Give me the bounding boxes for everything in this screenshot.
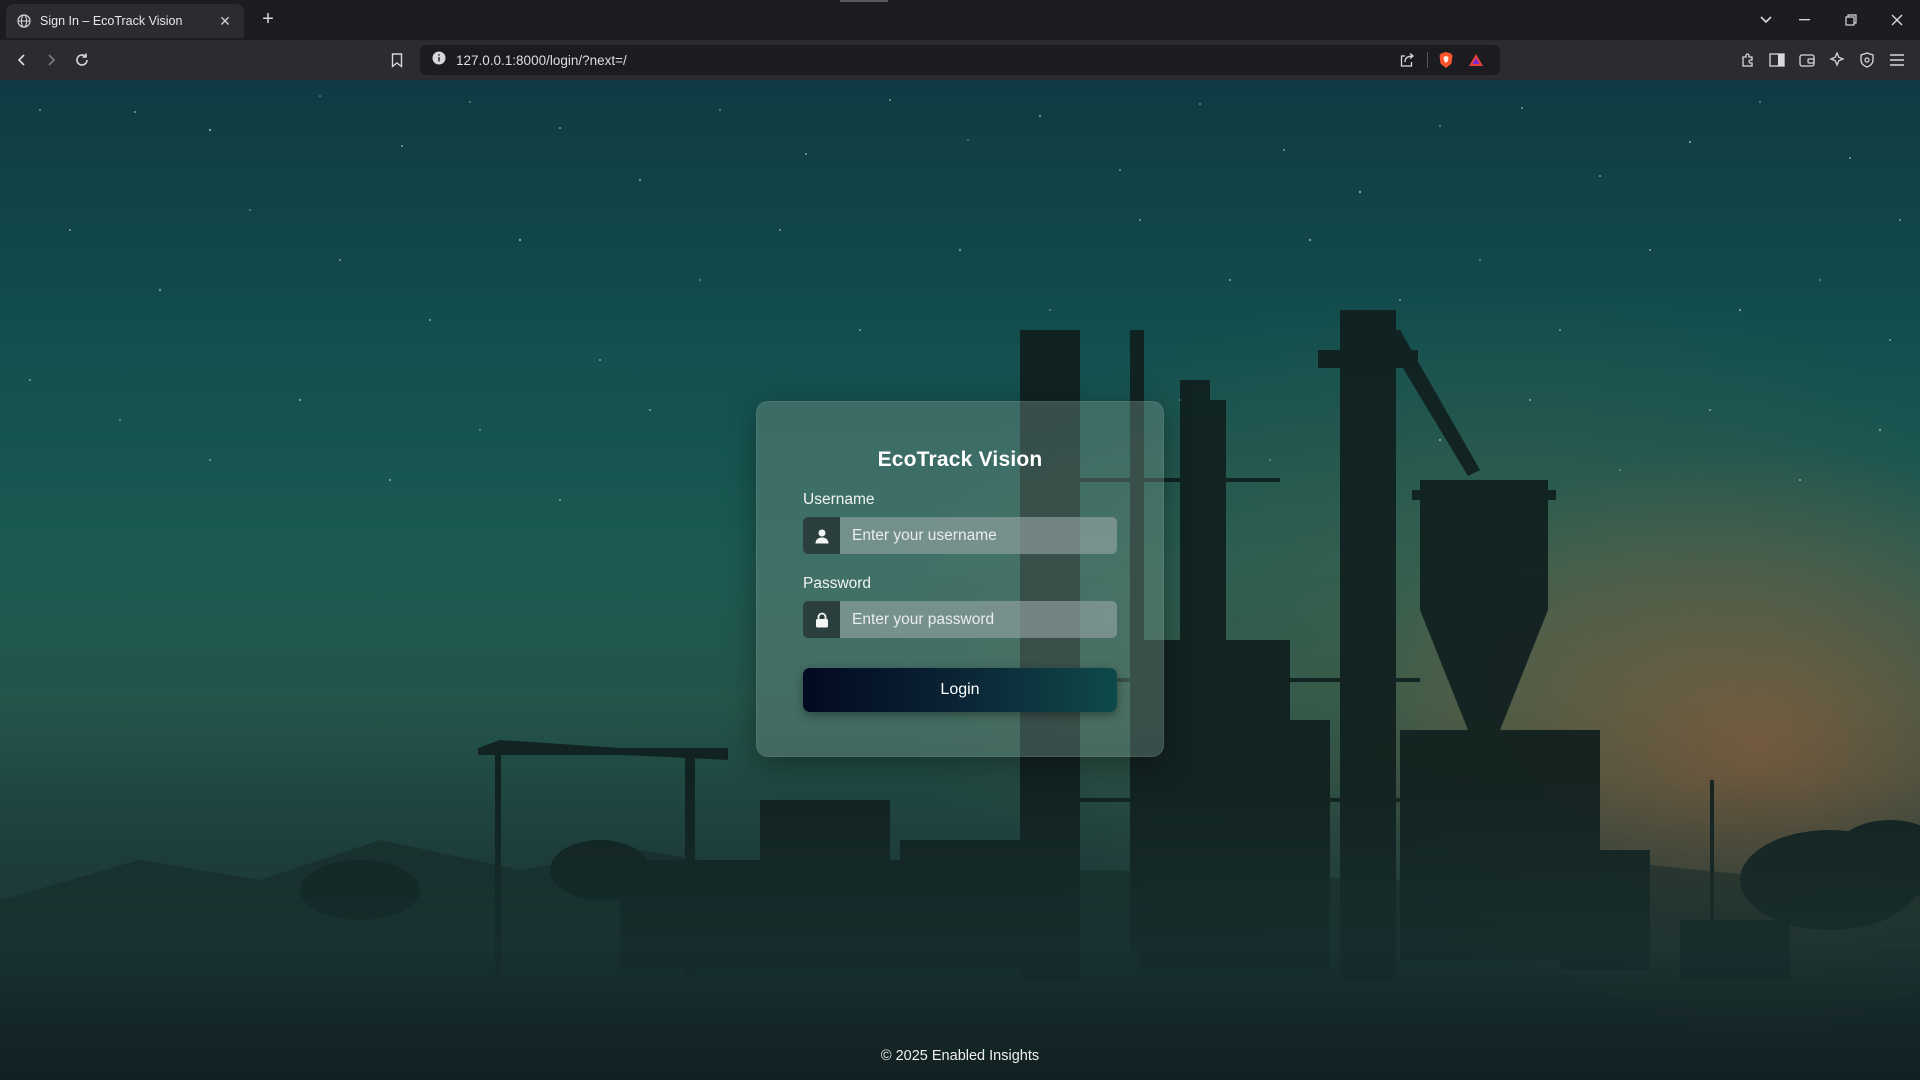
site-info-icon[interactable] [432, 51, 446, 70]
login-page-background: EcoTrack Vision Username Password Login … [0, 80, 1920, 1080]
password-field-group [803, 601, 1117, 638]
username-label: Username [803, 491, 875, 508]
tab-search-chevron-icon[interactable] [1752, 8, 1780, 32]
menu-icon[interactable] [1884, 48, 1910, 72]
forward-button[interactable] [38, 48, 64, 72]
close-tab-icon[interactable]: ✕ [216, 13, 234, 30]
username-input[interactable] [840, 517, 1117, 554]
new-tab-button[interactable]: + [256, 8, 280, 32]
lock-icon [803, 601, 840, 638]
login-card: EcoTrack Vision Username Password Login [756, 401, 1164, 757]
username-field-group [803, 517, 1117, 554]
password-label: Password [803, 575, 872, 592]
browser-tab-strip: Sign In – EcoTrack Vision ✕ + [0, 0, 1920, 40]
reload-button[interactable] [69, 48, 95, 72]
footer-copyright: © 2025 Enabled Insights [880, 1048, 1040, 1064]
login-title: EcoTrack Vision [877, 448, 1043, 471]
close-window-button[interactable] [1883, 8, 1911, 32]
sidebar-icon[interactable] [1764, 48, 1790, 72]
address-bar[interactable]: 127.0.0.1:8000/login/?next=/ [420, 45, 1500, 75]
share-icon[interactable] [1395, 49, 1419, 71]
password-input[interactable] [840, 601, 1117, 638]
minimize-window-button[interactable] [1791, 8, 1819, 32]
restore-window-button[interactable] [1837, 8, 1865, 32]
url-text[interactable]: 127.0.0.1:8000/login/?next=/ [456, 53, 1389, 68]
drag-handle[interactable] [840, 0, 888, 2]
brave-rewards-icon[interactable] [1464, 49, 1488, 71]
url-divider [1427, 52, 1428, 68]
extensions-icon[interactable] [1735, 48, 1761, 72]
wallet-icon[interactable] [1794, 48, 1820, 72]
globe-icon [16, 13, 32, 29]
back-button[interactable] [9, 48, 35, 72]
leo-ai-icon[interactable] [1824, 48, 1850, 72]
bookmark-icon[interactable] [384, 48, 410, 72]
ground-fog [0, 780, 1920, 1080]
login-button[interactable]: Login [803, 668, 1117, 712]
browser-tab-active[interactable]: Sign In – EcoTrack Vision ✕ [6, 4, 244, 38]
brave-shields-icon[interactable] [1434, 49, 1458, 71]
vpn-shield-icon[interactable] [1854, 48, 1880, 72]
user-icon [803, 517, 840, 554]
tab-title: Sign In – EcoTrack Vision [40, 14, 183, 28]
